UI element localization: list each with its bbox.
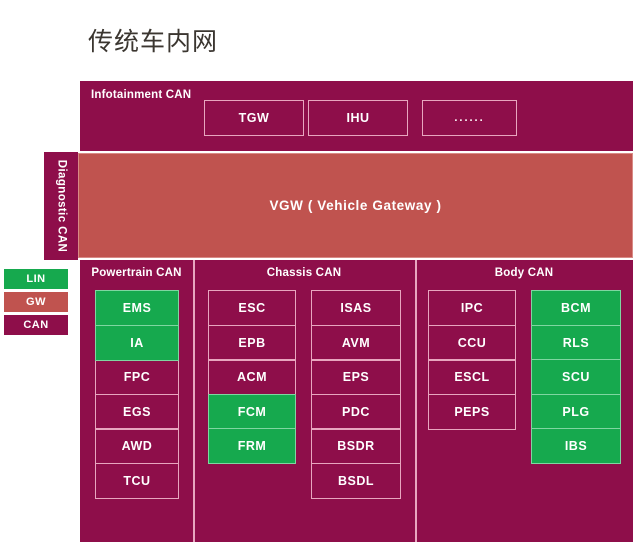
ecu-node-rls[interactable]: RLS bbox=[531, 324, 621, 361]
ecu-node-eps[interactable]: EPS bbox=[311, 359, 401, 395]
legend-item-gw: GW bbox=[4, 292, 68, 312]
ecu-node-plg[interactable]: PLG bbox=[531, 393, 621, 430]
chassis-node-column: ISAS AVM EPS PDC BSDR BSDL bbox=[311, 290, 401, 499]
ecu-node-fcm[interactable]: FCM bbox=[208, 393, 296, 430]
ecu-node-escl[interactable]: ESCL bbox=[428, 359, 516, 395]
page-title: 传统车内网 bbox=[88, 27, 219, 56]
diagnostic-can-label: Diagnostic CAN bbox=[55, 159, 67, 253]
ecu-node-ccu[interactable]: CCU bbox=[428, 324, 516, 361]
ecu-node-more[interactable]: ...... bbox=[422, 100, 517, 136]
ecu-node-ibs[interactable]: IBS bbox=[531, 428, 621, 464]
ecu-node-esc[interactable]: ESC bbox=[208, 290, 296, 326]
ecu-node-ia[interactable]: IA bbox=[95, 324, 179, 361]
vehicle-gateway-label: VGW ( Vehicle Gateway ) bbox=[269, 198, 442, 213]
ecu-node-ihu[interactable]: IHU bbox=[308, 100, 408, 136]
ecu-node-egs[interactable]: EGS bbox=[95, 393, 179, 430]
legend: LIN GW CAN bbox=[4, 269, 68, 338]
ecu-node-tgw[interactable]: TGW bbox=[204, 100, 304, 136]
section-divider bbox=[193, 260, 195, 542]
ecu-node-bsdl[interactable]: BSDL bbox=[311, 462, 401, 499]
vehicle-gateway-block: VGW ( Vehicle Gateway ) bbox=[78, 153, 633, 258]
body-can-section: Body CAN IPC CCU ESCL PEPS BCM RLS SCU PLG IBS bbox=[415, 260, 633, 542]
ecu-node-acm[interactable]: ACM bbox=[208, 359, 296, 395]
body-node-column: IPC CCU ESCL PEPS bbox=[428, 290, 516, 430]
ecu-node-isas[interactable]: ISAS bbox=[311, 290, 401, 326]
ecu-node-ems[interactable]: EMS bbox=[95, 290, 179, 326]
ecu-node-epb[interactable]: EPB bbox=[208, 324, 296, 361]
ecu-node-bsdr[interactable]: BSDR bbox=[311, 428, 401, 464]
powertrain-node-column: EMS IA FPC EGS AWD TCU bbox=[95, 290, 179, 499]
ecu-node-scu[interactable]: SCU bbox=[531, 359, 621, 395]
ecu-node-ipc[interactable]: IPC bbox=[428, 290, 516, 326]
powertrain-can-title: Powertrain CAN bbox=[91, 267, 182, 279]
ecu-node-pdc[interactable]: PDC bbox=[311, 393, 401, 430]
section-divider bbox=[415, 260, 417, 542]
chassis-can-title: Chassis CAN bbox=[266, 267, 342, 279]
ecu-node-tcu[interactable]: TCU bbox=[95, 462, 179, 499]
body-can-title: Body CAN bbox=[494, 267, 554, 279]
ecu-node-awd[interactable]: AWD bbox=[95, 428, 179, 464]
ecu-node-peps[interactable]: PEPS bbox=[428, 393, 516, 430]
ecu-node-avm[interactable]: AVM bbox=[311, 324, 401, 361]
chassis-can-section: Chassis CAN ESC EPB ACM FCM FRM ISAS AVM EPS PDC… bbox=[193, 260, 415, 542]
diagnostic-can-strip: Diagnostic CAN bbox=[44, 152, 78, 260]
infotainment-can-title: Infotainment CAN bbox=[91, 89, 192, 101]
body-node-column: BCM RLS SCU PLG IBS bbox=[531, 290, 621, 464]
chassis-node-column: ESC EPB ACM FCM FRM bbox=[208, 290, 296, 464]
ecu-node-bcm[interactable]: BCM bbox=[531, 290, 621, 326]
infotainment-can-section: Infotainment CAN TGW IHU ...... bbox=[80, 81, 633, 151]
bus-sections: Powertrain CAN EMS IA FPC EGS AWD TCU Chassis… bbox=[80, 260, 633, 542]
powertrain-can-section: Powertrain CAN EMS IA FPC EGS AWD TCU bbox=[80, 260, 193, 542]
ecu-node-fpc[interactable]: FPC bbox=[95, 359, 179, 395]
ecu-node-frm[interactable]: FRM bbox=[208, 428, 296, 464]
legend-item-can: CAN bbox=[4, 315, 68, 335]
legend-item-lin: LIN bbox=[4, 269, 68, 289]
